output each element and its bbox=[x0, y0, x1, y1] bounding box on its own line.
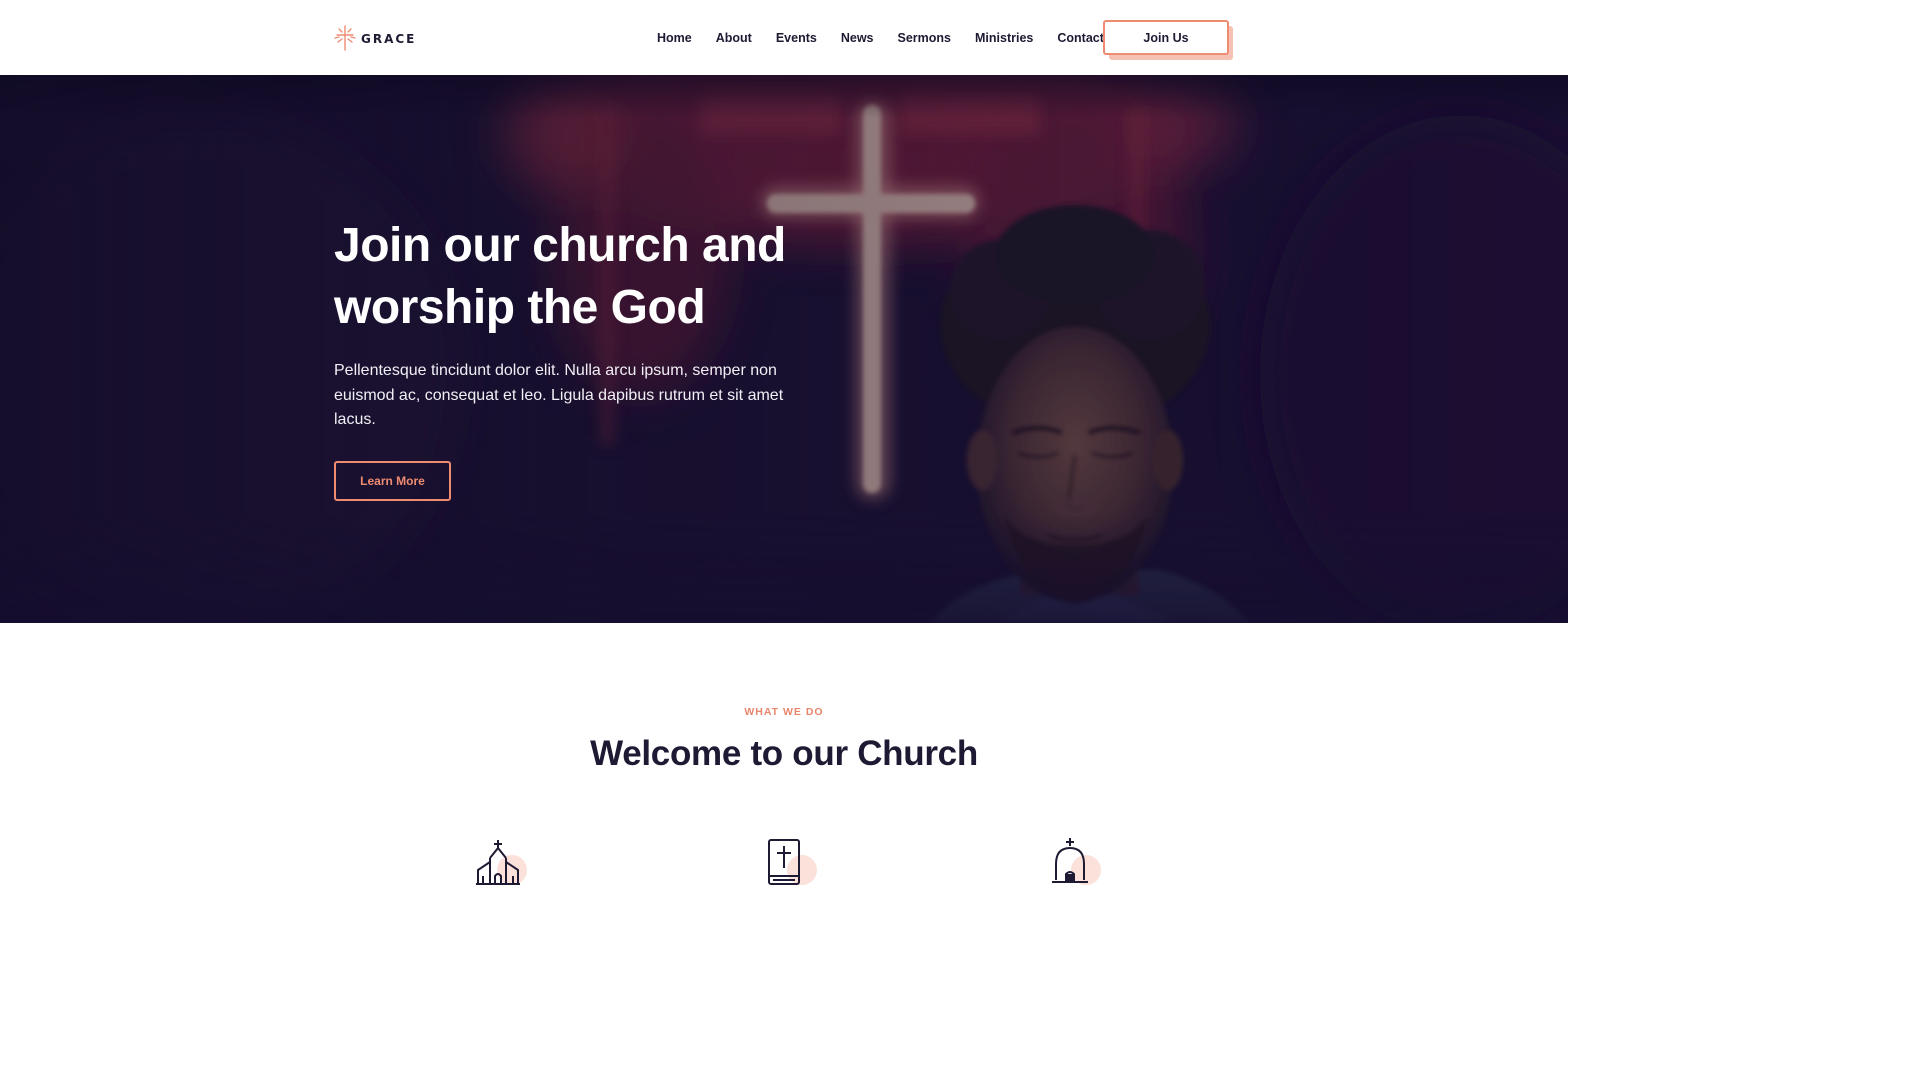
nav-item-sermons[interactable]: Sermons bbox=[898, 30, 952, 46]
hero-title: Join our church and worship the God bbox=[334, 215, 854, 339]
hero-title-line-2: worship the God bbox=[334, 281, 706, 334]
chapel-bell-icon bbox=[1048, 836, 1108, 886]
main-nav: Home About Events News Sermons Ministrie… bbox=[657, 30, 1104, 46]
logo[interactable]: GRACE bbox=[334, 25, 416, 51]
nav-item-ministries[interactable]: Ministries bbox=[975, 30, 1033, 46]
hero-background-image bbox=[0, 75, 1568, 623]
nav-item-events[interactable]: Events bbox=[776, 30, 817, 46]
hero-description: Pellentesque tincidunt dolor elit. Nulla… bbox=[334, 362, 784, 428]
section-title: Welcome to our Church bbox=[590, 734, 978, 773]
nav-item-about[interactable]: About bbox=[716, 30, 752, 46]
site-header: GRACE Home About Events News Sermons Min… bbox=[0, 0, 1568, 75]
sunburst-cross-icon bbox=[334, 25, 356, 51]
bible-icon bbox=[764, 836, 824, 886]
hero-title-line-1: Join our church and bbox=[334, 219, 786, 272]
nav-item-news[interactable]: News bbox=[841, 30, 874, 46]
learn-more-button[interactable]: Learn More bbox=[334, 461, 451, 501]
section-eyebrow: WHAT WE DO bbox=[744, 706, 824, 718]
join-us-wrapper: Join Us bbox=[1103, 20, 1233, 60]
nav-item-contact[interactable]: Contact bbox=[1057, 30, 1104, 46]
church-icon bbox=[474, 836, 534, 886]
logo-text: GRACE bbox=[361, 32, 417, 46]
join-us-button[interactable]: Join Us bbox=[1103, 20, 1229, 55]
hero-section: Join our church and worship the God Pell… bbox=[0, 75, 1568, 623]
nav-item-home[interactable]: Home bbox=[657, 30, 692, 46]
